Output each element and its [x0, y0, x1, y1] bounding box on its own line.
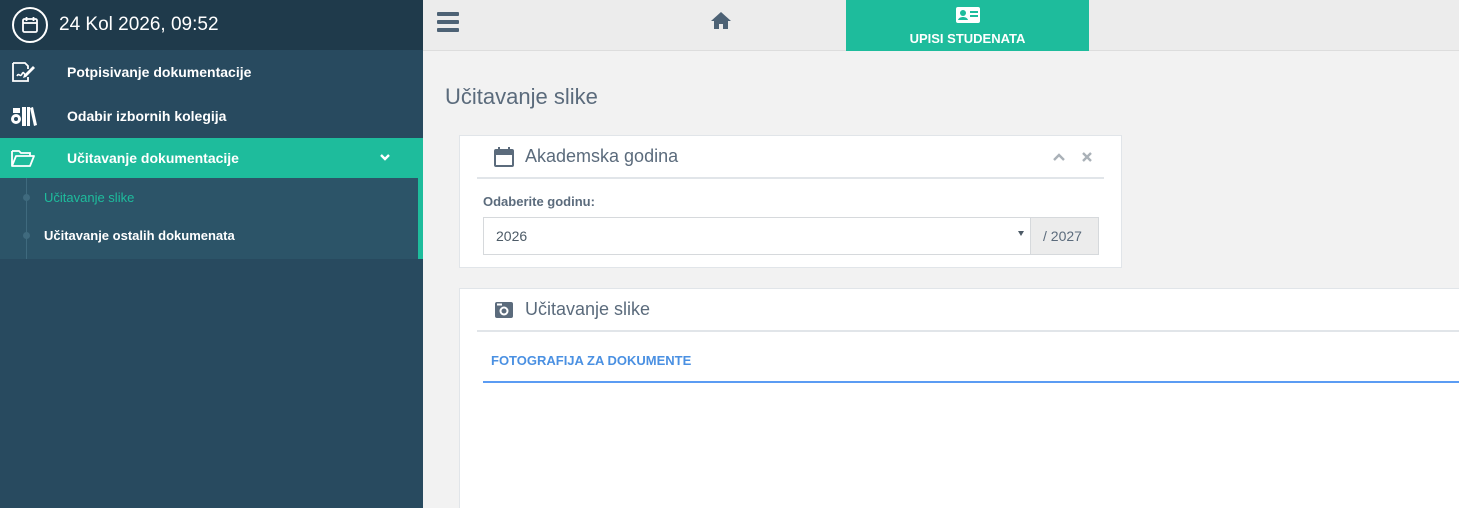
- year-suffix-addon: / 2027: [1031, 217, 1099, 255]
- calendar-icon: [12, 7, 48, 43]
- year-field-label: Odaberite godinu:: [483, 194, 595, 209]
- panel-title: Učitavanje slike: [525, 299, 651, 319]
- year-select[interactable]: 2026: [483, 217, 1031, 255]
- year-suffix: / 2027: [1043, 228, 1082, 244]
- sidebar-submenu: Učitavanje slike Učitavanje ostalih doku…: [0, 178, 423, 259]
- submenu-item-ucitavanje-slike[interactable]: Učitavanje slike: [0, 178, 418, 216]
- panel-title: Akademska godina: [525, 146, 679, 166]
- submenu-item-ostali-dokumenti[interactable]: Učitavanje ostalih dokumenata: [0, 216, 418, 254]
- chevron-down-icon[interactable]: [379, 149, 391, 167]
- submenu-dot: [23, 193, 30, 201]
- panel-tools: [1052, 150, 1094, 164]
- submenu-dot: [23, 231, 30, 239]
- id-card-icon: [955, 6, 981, 29]
- camera-icon: [493, 299, 515, 321]
- year-select-value: 2026: [496, 228, 528, 244]
- tab-upisi-studenata[interactable]: UPISI STUDENATA: [846, 0, 1089, 51]
- sidebar-header: 24 Kol 2026, 09:52: [0, 0, 423, 50]
- sidebar: 24 Kol 2026, 09:52 Potpisivanje dokument…: [0, 0, 423, 508]
- tab-label: FOTOGRAFIJA ZA DOKUMENTE: [491, 353, 692, 368]
- books-icon: [9, 104, 37, 128]
- sidebar-item-ucitavanje-dokumentacije[interactable]: Učitavanje dokumentacije: [0, 138, 423, 178]
- close-icon[interactable]: [1080, 150, 1094, 164]
- home-icon[interactable]: [710, 10, 732, 30]
- folder-open-icon: [9, 146, 37, 170]
- sidebar-item-potpisivanje[interactable]: Potpisivanje dokumentacije: [0, 50, 423, 94]
- sidebar-item-label: Učitavanje dokumentacije: [67, 150, 239, 166]
- menu-toggle-icon[interactable]: [437, 12, 459, 32]
- collapse-icon[interactable]: [1052, 150, 1066, 164]
- caret-down-icon: [1018, 231, 1024, 236]
- panel-header: Učitavanje slike: [477, 289, 1459, 332]
- current-datetime: 24 Kol 2026, 09:52: [59, 14, 219, 35]
- sidebar-item-odabir[interactable]: Odabir izbornih kolegija: [0, 94, 423, 138]
- academic-year-panel: Akademska godina Odaberite godinu: 2026 …: [459, 135, 1122, 268]
- sidebar-item-label: Odabir izbornih kolegija: [67, 108, 227, 124]
- sidebar-item-label: Potpisivanje dokumentacije: [67, 64, 252, 80]
- calendar-icon: [493, 146, 515, 168]
- tab-label: UPISI STUDENATA: [909, 30, 1026, 46]
- submenu-item-label: Učitavanje ostalih dokumenata: [44, 227, 235, 243]
- tab-fotografija[interactable]: FOTOGRAFIJA ZA DOKUMENTE: [483, 341, 1459, 383]
- top-bar: UPISI STUDENATA: [423, 0, 1459, 51]
- image-upload-panel: Učitavanje slike FOTOGRAFIJA ZA DOKUMENT…: [459, 288, 1459, 508]
- page-title: Učitavanje slike: [445, 84, 598, 109]
- panel-header: Akademska godina: [477, 136, 1104, 179]
- signature-icon: [9, 60, 37, 84]
- submenu-item-label: Učitavanje slike: [44, 189, 135, 205]
